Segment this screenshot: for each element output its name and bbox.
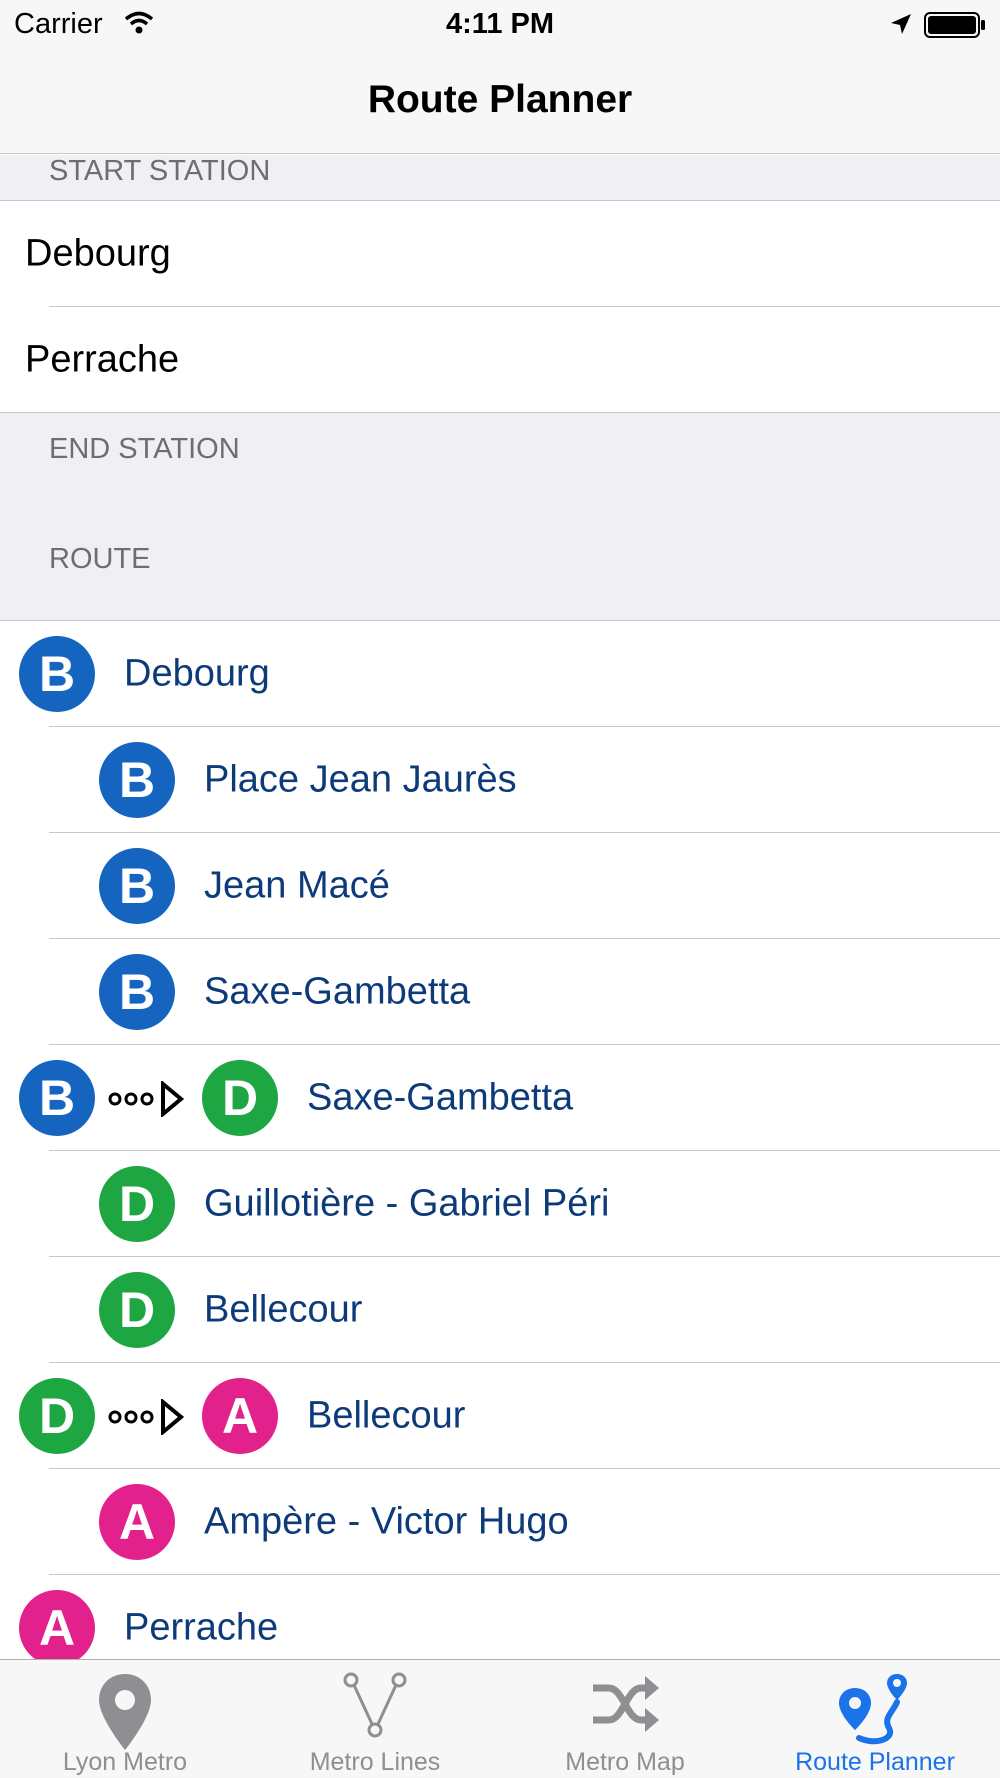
route-row: D Guillotière - Gabriel Péri	[0, 1151, 1000, 1257]
metro-lines-icon	[343, 1672, 407, 1738]
tab-metro-lines[interactable]: Metro Lines	[250, 1660, 500, 1778]
tab-label: Route Planner	[795, 1748, 955, 1776]
route-station-name: Bellecour	[307, 1394, 466, 1437]
route-row: B Jean Macé	[0, 833, 1000, 939]
line-badge: A	[19, 1590, 95, 1666]
line-badge: A	[202, 1378, 278, 1454]
line-badge: D	[99, 1272, 175, 1348]
station-picker-row[interactable]: Perrache	[0, 307, 1000, 413]
shuffle-icon	[593, 1676, 659, 1732]
route-list: B Debourg B Place Jean Jaurès B Jean Macé B Sax…	[0, 621, 1000, 1681]
route-station-name: Guillotière - Gabriel Péri	[204, 1182, 610, 1225]
start-station-header: START STATION	[0, 155, 1000, 201]
route-station-name: Place Jean Jaurès	[204, 758, 517, 801]
route-station-name: Bellecour	[204, 1288, 363, 1331]
line-badge: D	[202, 1060, 278, 1136]
route-station-name: Perrache	[124, 1606, 279, 1649]
navigation-bar: Carrier 4:11 PM Route Planner	[0, 0, 1000, 154]
route-row: D Bellecour	[0, 1257, 1000, 1363]
route-row: B Debourg	[0, 621, 1000, 727]
route-station-name: Saxe-Gambetta	[204, 970, 471, 1013]
tab-label: Metro Lines	[309, 1748, 441, 1776]
transfer-arrow-icon	[108, 1081, 185, 1117]
end-station-label: END STATION	[49, 433, 240, 465]
route-label: ROUTE	[49, 543, 151, 575]
route-planner-table: START STATION Debourg Perrache END STATI…	[0, 155, 1000, 1681]
status-time: 4:11 PM	[446, 8, 554, 40]
line-badge: A	[99, 1484, 175, 1560]
page-title: Route Planner	[367, 78, 633, 121]
transfer-arrow-icon	[108, 1399, 185, 1435]
route-station-name: Ampère - Victor Hugo	[204, 1500, 569, 1543]
line-badge: D	[99, 1166, 175, 1242]
route-row: B D Saxe-Gambetta	[0, 1045, 1000, 1151]
battery-icon	[924, 12, 985, 38]
route-row: B Saxe-Gambetta	[0, 939, 1000, 1045]
route-station-name: Jean Macé	[204, 864, 390, 907]
route-row: A Ampère - Victor Hugo	[0, 1469, 1000, 1575]
tab-lyon-metro[interactable]: Lyon Metro	[0, 1660, 250, 1778]
line-badge: B	[19, 636, 95, 712]
line-badge: B	[99, 742, 175, 818]
line-badge: B	[99, 954, 175, 1030]
section-header-end-route: END STATION ROUTE	[0, 413, 1000, 621]
tab-metro-map[interactable]: Metro Map	[500, 1660, 750, 1778]
station-picker-row[interactable]: Debourg	[0, 201, 1000, 307]
route-row: D A Bellecour	[0, 1363, 1000, 1469]
start-station-label: START STATION	[49, 155, 271, 187]
map-pin-icon	[99, 1674, 151, 1750]
tab-label: Lyon Metro	[62, 1748, 188, 1776]
tab-label: Metro Map	[565, 1748, 685, 1776]
line-badge: D	[19, 1378, 95, 1454]
route-planner-icon	[839, 1674, 907, 1745]
line-badge: B	[99, 848, 175, 924]
location-arrow-icon	[891, 14, 911, 34]
tab-bar: Lyon Metro Metro Lines Metro Map Route P…	[0, 1659, 1000, 1778]
station-name: Perrache	[25, 338, 180, 381]
route-station-name: Debourg	[124, 652, 270, 695]
route-station-name: Saxe-Gambetta	[307, 1076, 574, 1119]
line-badge: B	[19, 1060, 95, 1136]
route-row: B Place Jean Jaurès	[0, 727, 1000, 833]
tab-route-planner[interactable]: Route Planner	[750, 1660, 1000, 1778]
station-name: Debourg	[25, 232, 171, 275]
